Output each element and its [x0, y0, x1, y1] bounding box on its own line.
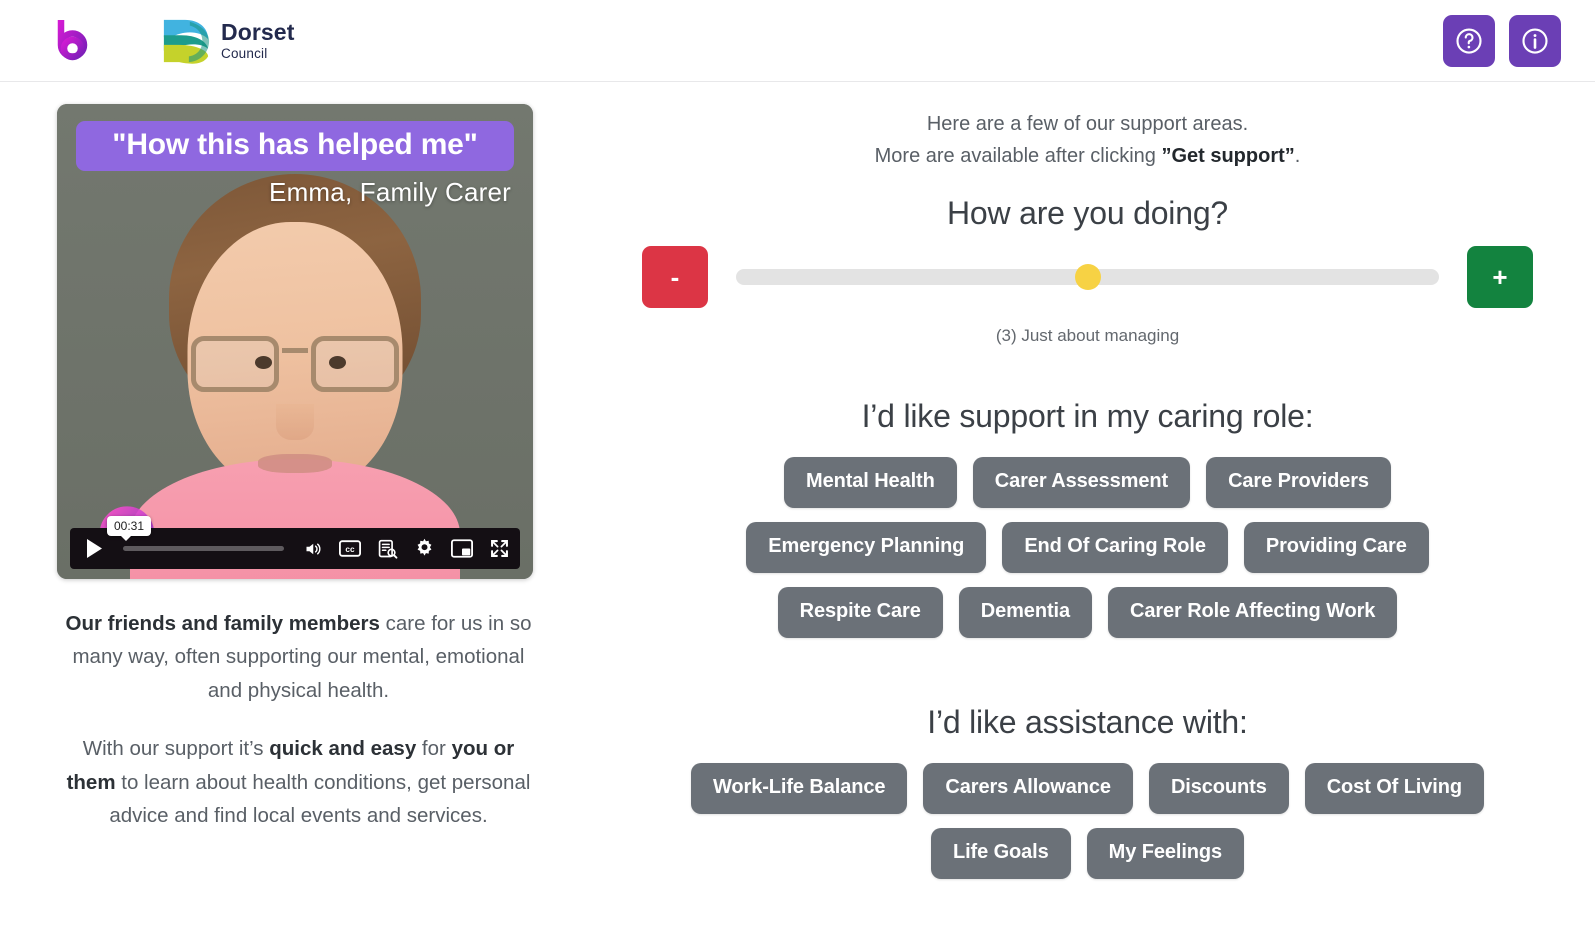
dorset-council-mark-icon: [163, 19, 210, 64]
intro-line2-bold: ”Get support”: [1161, 145, 1295, 168]
copy-p2-d: to learn about health conditions, get pe…: [109, 770, 531, 828]
video-progress-slider[interactable]: 00:31: [107, 516, 284, 551]
gear-icon[interactable]: [414, 538, 435, 559]
support-chip[interactable]: Dementia: [958, 586, 1092, 638]
right-column: Here are a few of our support areas. Mor…: [600, 82, 1595, 927]
mood-question-title: How are you doing?: [946, 194, 1229, 231]
video-time-tooltip: 00:31: [107, 516, 152, 541]
assistance-chip-group: Work-Life Balance Carers Allowance Discoun…: [648, 762, 1528, 879]
video-attribution: Emma, Family Carer: [269, 177, 511, 207]
copy-p2-c: for: [416, 737, 452, 761]
intro-line-2: More are available after clicking ”Get s…: [640, 140, 1535, 172]
header-actions: [1443, 14, 1561, 67]
council-name-line2: Council: [221, 45, 268, 61]
closed-captions-icon[interactable]: cc: [339, 540, 361, 557]
mood-increase-button[interactable]: +: [1467, 245, 1533, 308]
assistance-section: I’d like assistance with: Work-Life Bala…: [640, 704, 1535, 879]
app-header: Dorset Council: [0, 0, 1595, 82]
left-column: "How this has helped me" Emma, Family Ca…: [0, 82, 600, 927]
info-circle-icon: [1520, 26, 1550, 56]
support-chip[interactable]: Care Providers: [1206, 456, 1391, 508]
mood-slider-thumb[interactable]: [1074, 263, 1101, 290]
copy-p1-bold: Our friends and family members: [65, 612, 380, 635]
support-chip[interactable]: Respite Care: [777, 586, 943, 638]
support-chip[interactable]: Carer Assessment: [972, 456, 1191, 508]
support-chip[interactable]: Carers Allowance: [923, 762, 1133, 814]
mood-slider[interactable]: [736, 263, 1439, 290]
intro-line2-post: .: [1294, 145, 1301, 168]
volume-icon[interactable]: [302, 540, 323, 558]
dorset-council-logo: Dorset Council: [160, 16, 294, 66]
support-chip[interactable]: My Feelings: [1086, 827, 1245, 879]
caring-role-chip-group: Mental Health Carer Assessment Care Provid…: [688, 456, 1488, 638]
intro-copy: Our friends and family members care for …: [57, 607, 540, 832]
mood-decrease-button[interactable]: -: [642, 245, 708, 308]
testimonial-video-player[interactable]: "How this has helped me" Emma, Family Ca…: [57, 104, 533, 579]
help-button[interactable]: [1443, 14, 1495, 67]
question-mark-circle-icon: [1454, 26, 1484, 56]
play-icon[interactable]: [77, 533, 111, 565]
support-chip[interactable]: End Of Caring Role: [1002, 521, 1228, 573]
caring-role-section: I’d like support in my caring role: Ment…: [640, 398, 1535, 638]
support-chip[interactable]: Cost Of Living: [1304, 762, 1484, 814]
svg-text:cc: cc: [345, 545, 355, 554]
support-chip[interactable]: Mental Health: [784, 456, 957, 508]
support-chip[interactable]: Discounts: [1148, 762, 1289, 814]
fullscreen-icon[interactable]: [489, 538, 510, 559]
video-controls-bar: 00:31 cc: [70, 516, 520, 569]
copy-p2-bold1: quick and easy: [269, 737, 417, 761]
video-title-overlay: "How this has helped me": [76, 121, 514, 171]
transcript-search-icon[interactable]: [377, 539, 398, 559]
support-chip[interactable]: Life Goals: [930, 827, 1071, 879]
copy-p2-a: With our support it’s: [82, 737, 270, 761]
support-chip[interactable]: Providing Care: [1243, 521, 1429, 573]
picture-in-picture-icon[interactable]: [451, 539, 473, 558]
copy-paragraph-2: With our support it’s quick and easy for…: [61, 732, 536, 832]
support-areas-intro: Here are a few of our support areas. Mor…: [640, 108, 1535, 173]
support-chip[interactable]: Work-Life Balance: [691, 762, 908, 814]
support-chip[interactable]: Carer Role Affecting Work: [1107, 586, 1398, 638]
beam-b-logo-icon: [52, 18, 92, 64]
page-body: "How this has helped me" Emma, Family Ca…: [0, 82, 1595, 927]
caring-role-title: I’d like support in my caring role:: [861, 397, 1314, 434]
assistance-title: I’d like assistance with:: [927, 703, 1248, 740]
intro-line-1: Here are a few of our support areas.: [926, 113, 1249, 135]
mood-value-label: (3) Just about managing: [995, 325, 1180, 345]
council-name-line1: Dorset: [221, 18, 295, 45]
intro-line2-pre: More are available after clicking: [874, 145, 1162, 168]
copy-paragraph-1: Our friends and family members care for …: [61, 607, 536, 707]
info-button[interactable]: [1509, 14, 1561, 67]
mood-slider-row: - +: [640, 245, 1535, 308]
support-chip[interactable]: Emergency Planning: [746, 521, 987, 573]
